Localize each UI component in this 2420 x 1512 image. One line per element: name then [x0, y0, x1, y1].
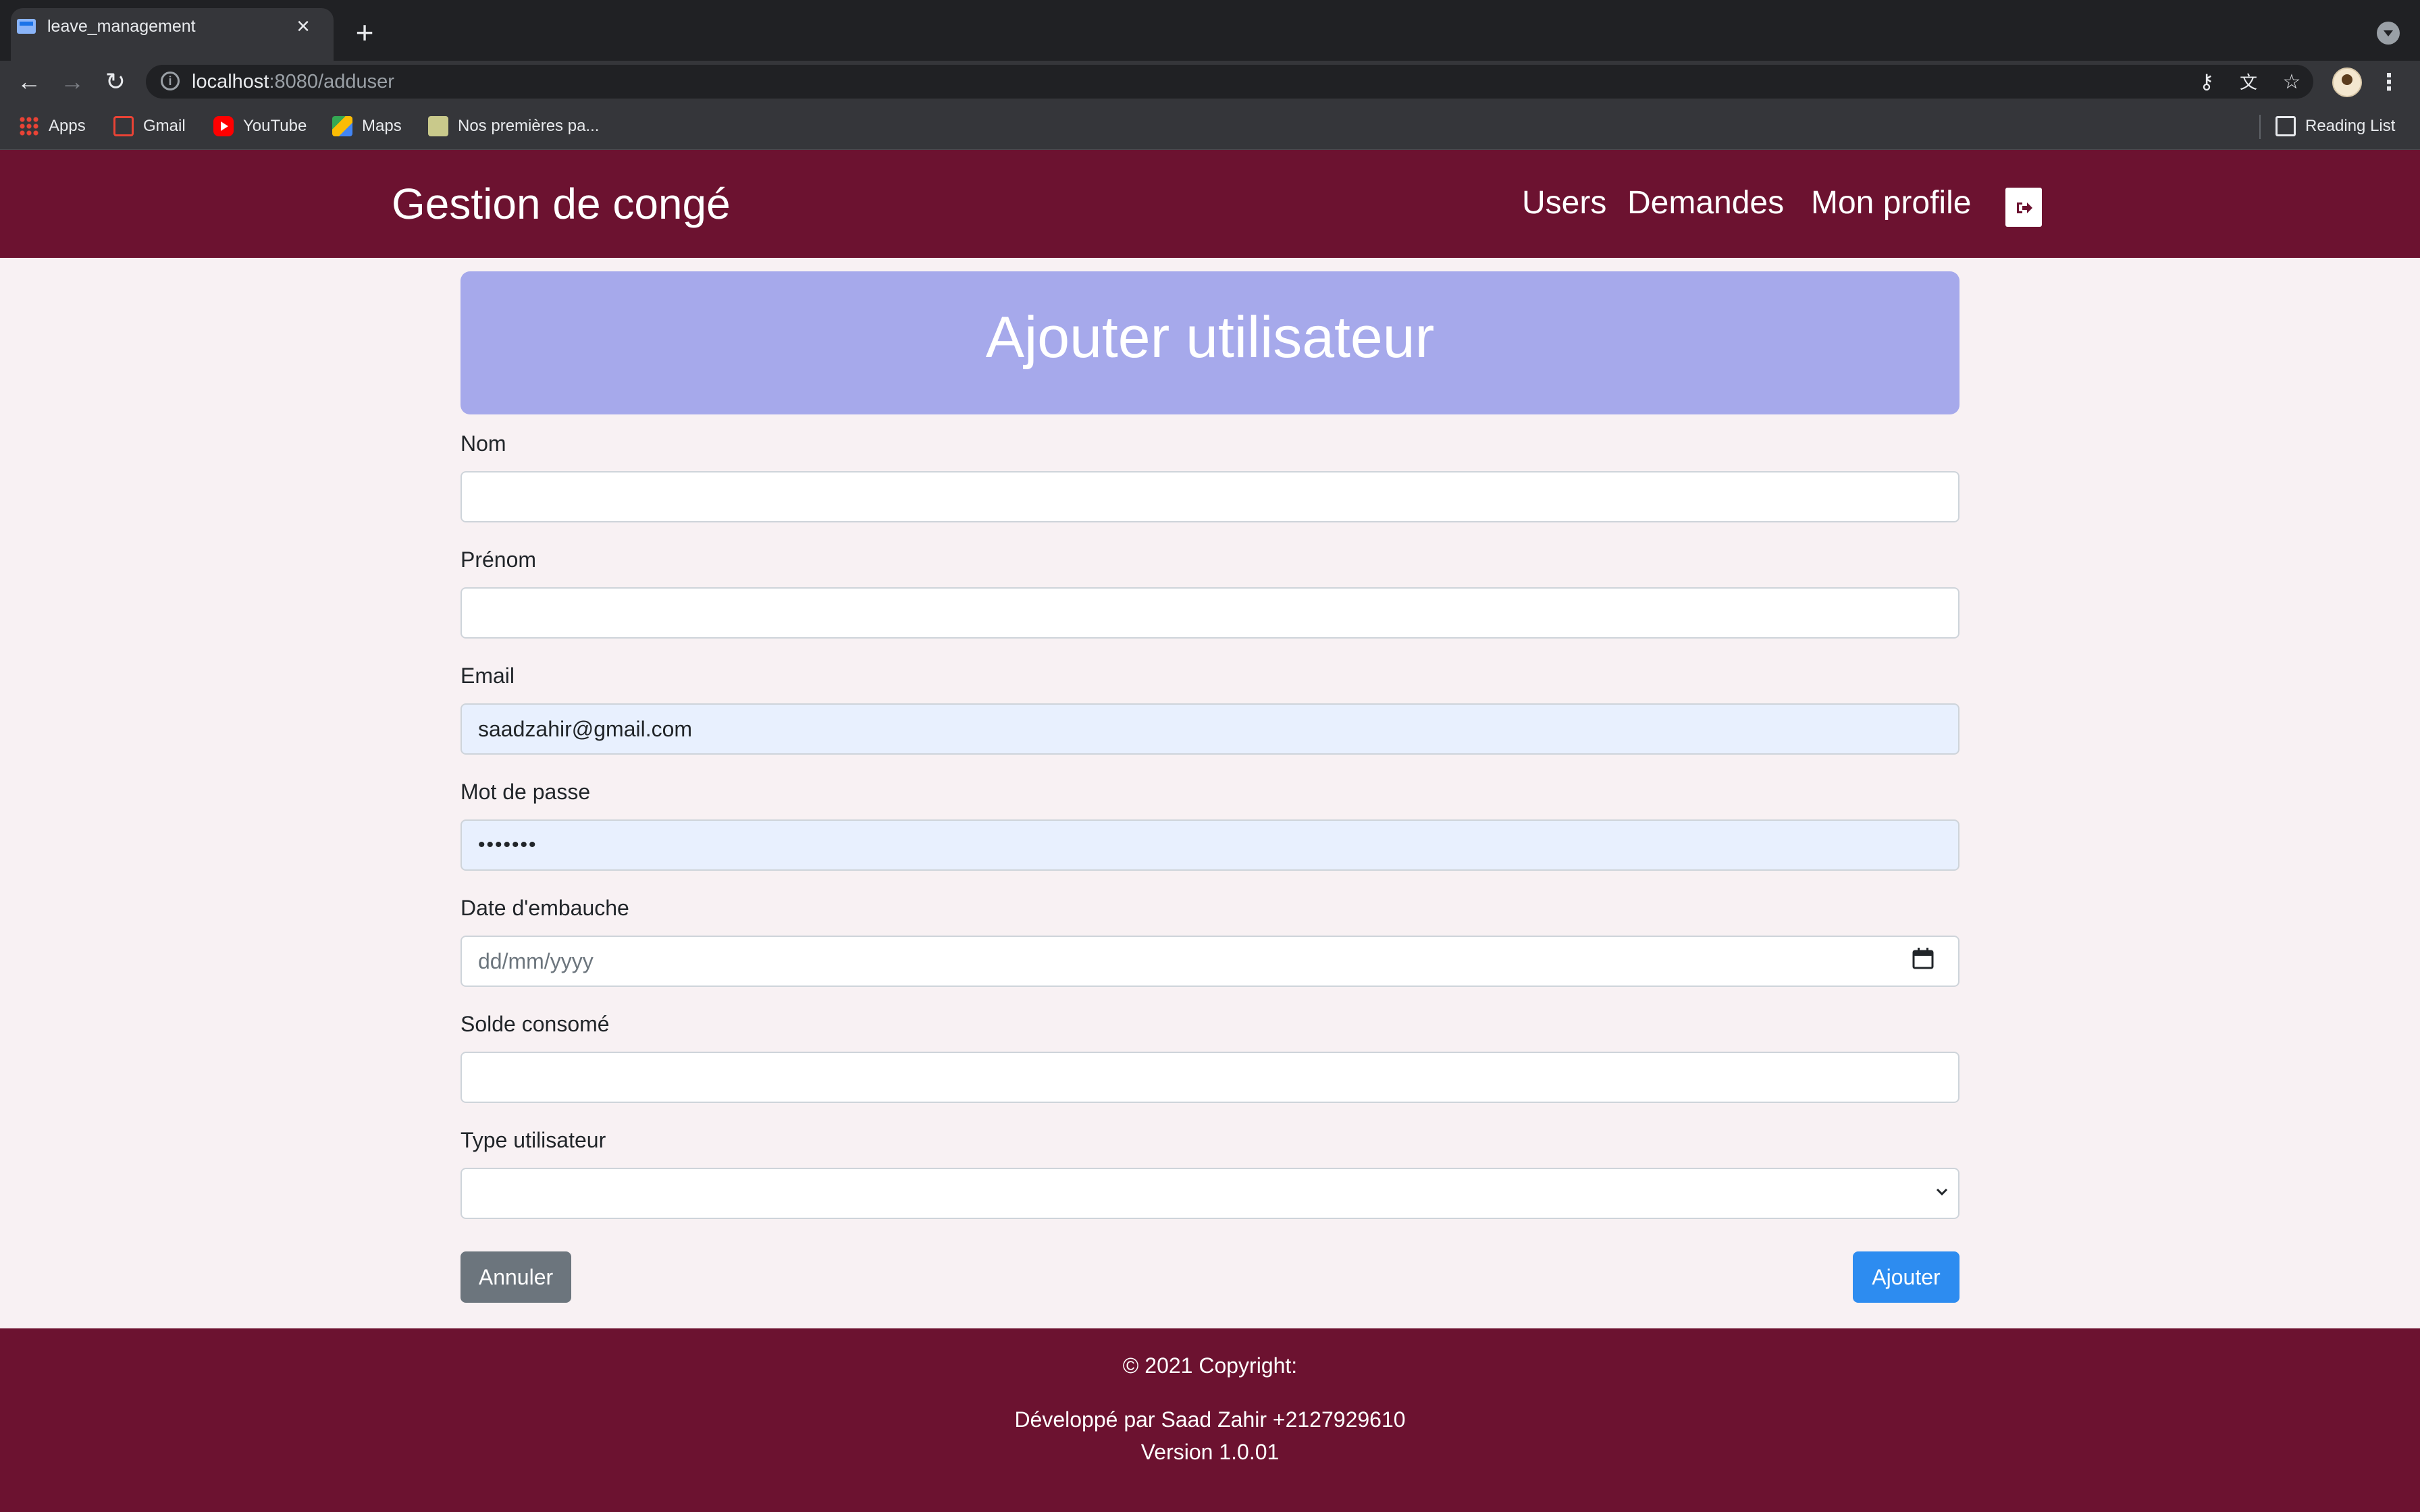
nav-link-users[interactable]: Users	[1522, 180, 1606, 227]
date-embauche-label: Date d'embauche	[461, 896, 629, 920]
add-user-button[interactable]: Ajouter	[1853, 1251, 1959, 1303]
translate-icon[interactable]: 文	[2235, 69, 2262, 96]
bookmark-apps[interactable]: Apps	[19, 111, 86, 142]
nav-link-mon-profile[interactable]: Mon profile	[1811, 180, 1971, 227]
youtube-icon	[213, 116, 234, 136]
cancel-button[interactable]: Annuler	[461, 1251, 571, 1303]
back-icon[interactable]: ←	[12, 65, 46, 99]
browser-menu-icon[interactable]: ⋮	[2377, 68, 2401, 97]
forward-icon[interactable]: →	[55, 65, 89, 99]
key-icon[interactable]: ⚷	[2193, 69, 2220, 96]
prenom-label: Prénom	[461, 547, 537, 572]
gmail-icon	[113, 116, 134, 136]
new-tab-icon[interactable]: +	[351, 17, 378, 48]
form-title: Ajouter utilisateur	[985, 305, 1435, 370]
app-brand[interactable]: Gestion de congé	[392, 177, 731, 231]
app-navbar	[0, 150, 2420, 258]
chevron-down-icon	[1936, 1188, 1948, 1196]
nom-label: Nom	[461, 431, 506, 456]
maps-icon	[332, 116, 352, 136]
email-input[interactable]: saadzahir@gmail.com	[461, 703, 1959, 755]
tab-close-icon[interactable]: ×	[290, 14, 316, 39]
sign-out-icon	[2017, 202, 2032, 213]
prenom-input[interactable]	[461, 587, 1959, 639]
nom-input[interactable]	[461, 471, 1959, 522]
bookmark-star-icon[interactable]: ☆	[2278, 69, 2305, 96]
bookmark-maps[interactable]: Maps	[332, 111, 402, 142]
bookmark-youtube[interactable]: YouTube	[213, 111, 307, 142]
bookmark-site-icon	[428, 116, 448, 136]
bookmark-nos-premieres[interactable]: Nos premières pa...	[428, 111, 599, 142]
footer-copyright: © 2021 Copyright:	[1122, 1353, 1298, 1378]
tab-favicon-icon	[17, 19, 36, 34]
type-utilisateur-select[interactable]	[461, 1168, 1959, 1219]
tab-title: leave_management	[47, 17, 196, 36]
reload-icon[interactable]: ↻	[99, 65, 132, 99]
tab-search-icon[interactable]	[2377, 22, 2400, 45]
apps-grid-icon	[19, 116, 39, 136]
bookmarks-divider	[2259, 115, 2261, 139]
address-bar[interactable]	[146, 65, 2313, 99]
profile-avatar[interactable]	[2332, 68, 2362, 97]
footer-developer: Développé par Saad Zahir +2127929610	[1014, 1407, 1406, 1432]
reading-list-icon	[2276, 116, 2296, 136]
bookmark-gmail[interactable]: Gmail	[113, 111, 186, 142]
calendar-icon[interactable]	[1911, 946, 1935, 971]
reading-list-button[interactable]: Reading List	[2276, 111, 2395, 142]
solde-input[interactable]	[461, 1052, 1959, 1103]
footer-version: Version 1.0.01	[1140, 1440, 1280, 1464]
password-input[interactable]: •••••••	[461, 819, 1959, 871]
url-text[interactable]: localhost:8080/adduser	[192, 68, 394, 96]
nav-link-demandes[interactable]: Demandes	[1627, 180, 1784, 227]
password-label: Mot de passe	[461, 780, 591, 804]
logout-button[interactable]	[2005, 188, 2042, 227]
site-info-icon[interactable]: i	[161, 72, 180, 90]
email-label: Email	[461, 664, 515, 688]
type-utilisateur-label: Type utilisateur	[461, 1128, 606, 1152]
solde-label: Solde consomé	[461, 1012, 610, 1036]
date-embauche-input[interactable]: dd/mm/yyyy	[461, 936, 1959, 987]
